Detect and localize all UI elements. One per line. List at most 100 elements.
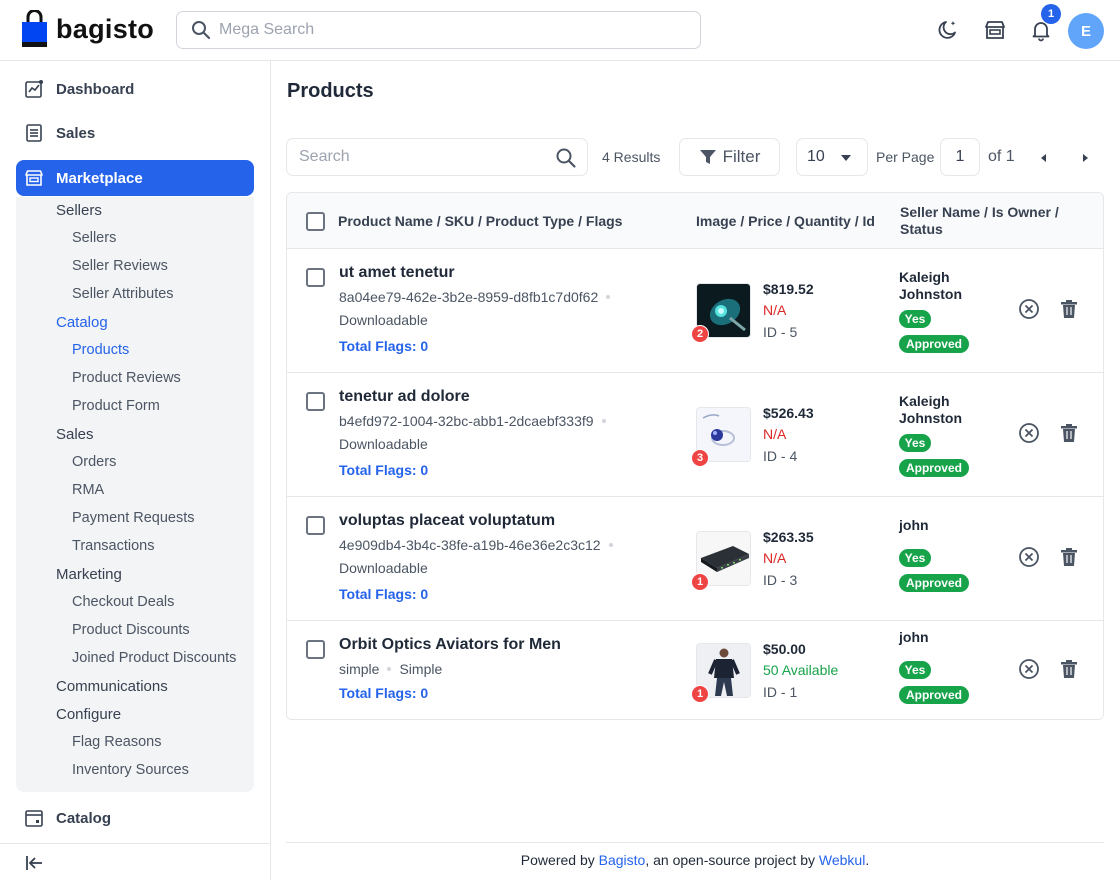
separator-dot [387,667,392,671]
status-badge: Approved [899,335,969,353]
product-price: $819.52 [763,281,814,297]
delete-icon[interactable] [1058,546,1080,568]
submenu-item-orders[interactable]: Orders [72,454,116,470]
submenu-group-sellers[interactable]: Sellers [56,202,102,219]
moon-icon[interactable] [936,18,960,42]
image-count-badge: 2 [691,325,709,343]
footer: Powered by Bagisto, an open-source proje… [286,852,1104,868]
product-sku: 4e909db4-3b4c-38fe-a19b-46e36e2c3c12 [339,537,601,553]
mega-search-input[interactable] [219,21,689,39]
product-id: ID - 1 [763,684,798,700]
submenu-item-sellers[interactable]: Sellers [72,230,116,246]
submenu-item-inventory-sources[interactable]: Inventory Sources [72,762,189,778]
disapprove-icon[interactable] [1018,546,1040,568]
submenu-item-rma[interactable]: RMA [72,482,104,498]
submenu-item-product-discounts[interactable]: Product Discounts [72,622,190,638]
submenu-item-checkout-deals[interactable]: Checkout Deals [72,594,174,610]
sidebar-item-sales[interactable]: Sales [16,115,254,151]
delete-icon[interactable] [1058,298,1080,320]
product-price: $526.43 [763,405,814,421]
row-checkbox[interactable] [306,392,325,411]
product-sku-line: b4efd972-1004-32bc-abb1-2dcaebf333f9 [339,413,614,429]
column-header-product[interactable]: Product Name / SKU / Product Type / Flag… [338,213,622,230]
logo[interactable]: bagisto [20,10,154,48]
sales-icon [26,124,42,142]
search-icon[interactable] [555,147,577,169]
delete-icon[interactable] [1058,658,1080,680]
mega-search-box[interactable] [176,11,701,49]
total-flags-link[interactable]: Total Flags: 0 [339,462,428,478]
store-icon[interactable] [983,18,1007,42]
delete-icon[interactable] [1058,422,1080,444]
submenu-item-joined-product-discounts[interactable]: Joined Product Discounts [72,650,236,666]
submenu-item-product-form[interactable]: Product Form [72,398,160,414]
seller-name: Kaleigh Johnston [899,393,962,426]
page-number-input[interactable]: 1 [940,138,980,176]
filter-icon [699,150,716,164]
image-count-badge: 1 [691,685,709,703]
column-header-seller[interactable]: Seller Name / Is Owner / [900,204,1059,221]
submenu-item-seller-attributes[interactable]: Seller Attributes [72,286,174,302]
sidebar: Dashboard Sales Marketplace Sellers Sell… [0,61,271,880]
table-row: ut amet tenetur 8a04ee79-462e-3b2e-8959-… [287,249,1103,373]
sidebar-item-label: Dashboard [56,80,135,98]
total-flags-link[interactable]: Total Flags: 0 [339,685,428,701]
sidebar-divider [0,843,270,844]
previous-page-icon[interactable] [1035,149,1053,167]
bagisto-link[interactable]: Bagisto [599,852,646,868]
submenu-group-marketing[interactable]: Marketing [56,566,122,583]
row-checkbox[interactable] [306,516,325,535]
select-all-checkbox[interactable] [306,212,325,231]
footer-text: Powered by [520,852,599,868]
submenu-item-flag-reasons[interactable]: Flag Reasons [72,734,161,750]
row-checkbox[interactable] [306,640,325,659]
products-table: Product Name / SKU / Product Type / Flag… [286,192,1104,720]
sidebar-item-dashboard[interactable]: Dashboard [16,71,254,107]
owner-badge: Yes [899,310,931,328]
row-checkbox[interactable] [306,268,325,287]
image-count-badge: 3 [691,449,709,467]
logo-text: bagisto [56,13,155,44]
total-flags-link[interactable]: Total Flags: 0 [339,338,428,354]
disapprove-icon[interactable] [1018,298,1040,320]
catalog-icon [25,810,43,827]
disapprove-icon[interactable] [1018,422,1040,444]
product-type: Downloadable [339,560,428,576]
total-flags-link[interactable]: Total Flags: 0 [339,586,428,602]
disapprove-icon[interactable] [1018,658,1040,680]
next-page-icon[interactable] [1076,149,1094,167]
collapse-sidebar-icon[interactable] [24,853,44,873]
submenu-item-transactions[interactable]: Transactions [72,538,154,554]
submenu-group-catalog[interactable]: Catalog [56,314,108,331]
product-id: ID - 4 [763,448,798,464]
product-type: Simple [399,661,443,677]
sidebar-item-marketplace[interactable]: Marketplace [16,160,254,196]
column-header-status[interactable]: Status [900,221,943,238]
product-quantity: N/A [763,550,787,566]
product-sku: simple [339,661,380,677]
sidebar-item-label: Marketplace [56,169,143,187]
owner-badge: Yes [899,661,931,679]
table-row: Orbit Optics Aviators for Men simple Simp… [287,621,1103,719]
webkul-link[interactable]: Webkul [819,852,865,868]
submenu-group-configure[interactable]: Configure [56,706,121,723]
submenu-item-products[interactable]: Products [72,342,129,358]
store-icon [25,170,43,186]
sidebar-item-catalog[interactable]: Catalog [16,800,254,836]
datagrid-search-box[interactable] [286,138,588,176]
per-page-select[interactable]: 10 [796,138,868,176]
datagrid-search-input[interactable] [299,148,549,166]
user-avatar[interactable]: E [1068,13,1104,49]
submenu-item-product-reviews[interactable]: Product Reviews [72,370,181,386]
submenu-group-communications[interactable]: Communications [56,678,168,695]
submenu-item-payment-requests[interactable]: Payment Requests [72,510,195,526]
column-header-image-price[interactable]: Image / Price / Quantity / Id [696,213,875,230]
seller-name: john [899,517,929,533]
filter-button[interactable]: Filter [679,138,780,176]
table-row: tenetur ad dolore b4efd972-1004-32bc-abb… [287,373,1103,497]
bag-logo-icon [22,10,47,47]
product-sku-line: 8a04ee79-462e-3b2e-8959-d8fb1c7d0f62 [339,289,618,305]
search-icon [192,21,211,40]
submenu-item-seller-reviews[interactable]: Seller Reviews [72,258,168,274]
submenu-group-sales[interactable]: Sales [56,426,94,443]
